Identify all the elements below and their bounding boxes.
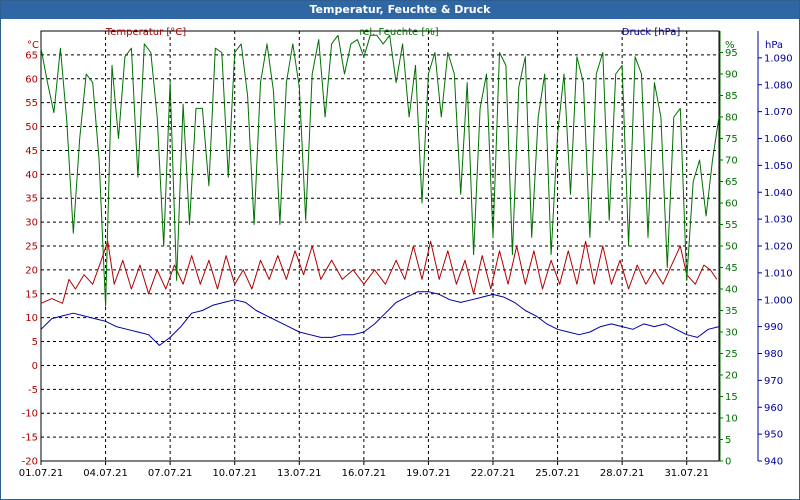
temperature-tick-label: 5 bbox=[32, 337, 38, 348]
humidity-tick-label: 80 bbox=[725, 113, 738, 124]
temperature-tick-label: 35 bbox=[25, 194, 38, 205]
humidity-tick-label: 35 bbox=[725, 306, 738, 317]
x-tick-label: 31.07.21 bbox=[664, 468, 709, 479]
temperature-tick-label: 10 bbox=[25, 313, 38, 324]
x-tick-label: 19.07.21 bbox=[406, 468, 451, 479]
temperature-tick-label: 0 bbox=[32, 361, 38, 372]
pressure-tick-label: 1.070 bbox=[764, 107, 793, 118]
chart-plot: -20-15-10-50510152025303540455055606501.… bbox=[19, 27, 793, 479]
pressure-tick-label: 990 bbox=[764, 322, 783, 333]
x-tick-label: 25.07.21 bbox=[535, 468, 580, 479]
humidity-tick-label: 15 bbox=[725, 392, 738, 403]
chart-window: Temperatur, Feuchte & Druck -20 -15 -10 -5 0… bbox=[0, 0, 800, 500]
x-tick-label: 07.07.21 bbox=[148, 468, 193, 479]
pressure-legend-label: Druck [hPa] bbox=[622, 27, 681, 38]
humidity-tick-label: 90 bbox=[725, 70, 738, 81]
pressure-tick-label: 1.060 bbox=[764, 134, 793, 145]
pressure-tick-label: 1.050 bbox=[764, 161, 793, 172]
x-tick-label: 10.07.21 bbox=[212, 468, 257, 479]
humidity-tick-label: 60 bbox=[725, 199, 738, 210]
temperature-tick-label: -15 bbox=[22, 433, 38, 444]
humidity-tick-label: 70 bbox=[725, 156, 738, 167]
temperature-tick-label: 25 bbox=[25, 242, 38, 253]
temperature-tick-label: -20 bbox=[22, 457, 38, 468]
x-tick-label: 16.07.21 bbox=[342, 468, 387, 479]
humidity-tick-label: 5 bbox=[725, 435, 731, 446]
temperature-tick-label: 65 bbox=[25, 50, 38, 61]
temperature-tick-label: 55 bbox=[25, 98, 38, 109]
humidity-tick-label: 30 bbox=[725, 328, 738, 339]
temperature-unit: °C bbox=[27, 40, 39, 51]
humidity-tick-label: 55 bbox=[725, 220, 738, 231]
pressure-tick-label: 1.000 bbox=[764, 295, 793, 306]
temperature-tick-label: 40 bbox=[25, 170, 38, 181]
humidity-unit: % bbox=[725, 40, 735, 51]
humidity-tick-label: 45 bbox=[725, 263, 738, 274]
x-tick-label: 04.07.21 bbox=[83, 468, 128, 479]
pressure-tick-label: 1.030 bbox=[764, 215, 793, 226]
humidity-tick-label: 20 bbox=[725, 371, 738, 382]
humidity-tick-label: 75 bbox=[725, 134, 738, 145]
humidity-legend-label: rel. Feuchte [%] bbox=[359, 27, 438, 38]
pressure-tick-label: 1.010 bbox=[764, 268, 793, 279]
temperature-tick-label: -10 bbox=[22, 409, 38, 420]
humidity-tick-label: 65 bbox=[725, 177, 738, 188]
x-tick-label: 01.07.21 bbox=[19, 468, 64, 479]
humidity-tick-label: 50 bbox=[725, 242, 738, 253]
temperature-tick-label: 20 bbox=[25, 265, 38, 276]
temperature-tick-label: 45 bbox=[25, 146, 38, 157]
pressure-tick-label: 1.020 bbox=[764, 242, 793, 253]
x-tick-label: 22.07.21 bbox=[471, 468, 516, 479]
humidity-tick-label: 85 bbox=[725, 91, 738, 102]
x-tick-label: 28.07.21 bbox=[600, 468, 645, 479]
humidity-tick-label: 25 bbox=[725, 349, 738, 360]
pressure-tick-label: 1.040 bbox=[764, 188, 793, 199]
temperature-tick-label: -5 bbox=[28, 385, 38, 396]
pressure-tick-label: 1.090 bbox=[764, 53, 793, 64]
x-tick-label: 13.07.21 bbox=[277, 468, 322, 479]
pressure-tick-label: 960 bbox=[764, 403, 783, 414]
temperature-tick-label: 60 bbox=[25, 74, 38, 85]
temperature-tick-label: 30 bbox=[25, 218, 38, 229]
humidity-tick-label: 0 bbox=[725, 457, 731, 468]
window-title: Temperatur, Feuchte & Druck bbox=[1, 1, 799, 19]
pressure-tick-label: 940 bbox=[764, 457, 783, 468]
temperature-tick-label: 50 bbox=[25, 122, 38, 133]
pressure-tick-label: 970 bbox=[764, 376, 783, 387]
temperature-tick-label: 15 bbox=[25, 289, 38, 300]
pressure-tick-label: 980 bbox=[764, 349, 783, 360]
pressure-tick-label: 1.080 bbox=[764, 80, 793, 91]
humidity-tick-label: 40 bbox=[725, 285, 738, 296]
humidity-tick-label: 10 bbox=[725, 414, 738, 425]
pressure-unit: hPa bbox=[765, 40, 783, 51]
pressure-tick-label: 950 bbox=[764, 430, 783, 441]
temperature-legend-label: Temperatur [°C] bbox=[105, 27, 186, 38]
